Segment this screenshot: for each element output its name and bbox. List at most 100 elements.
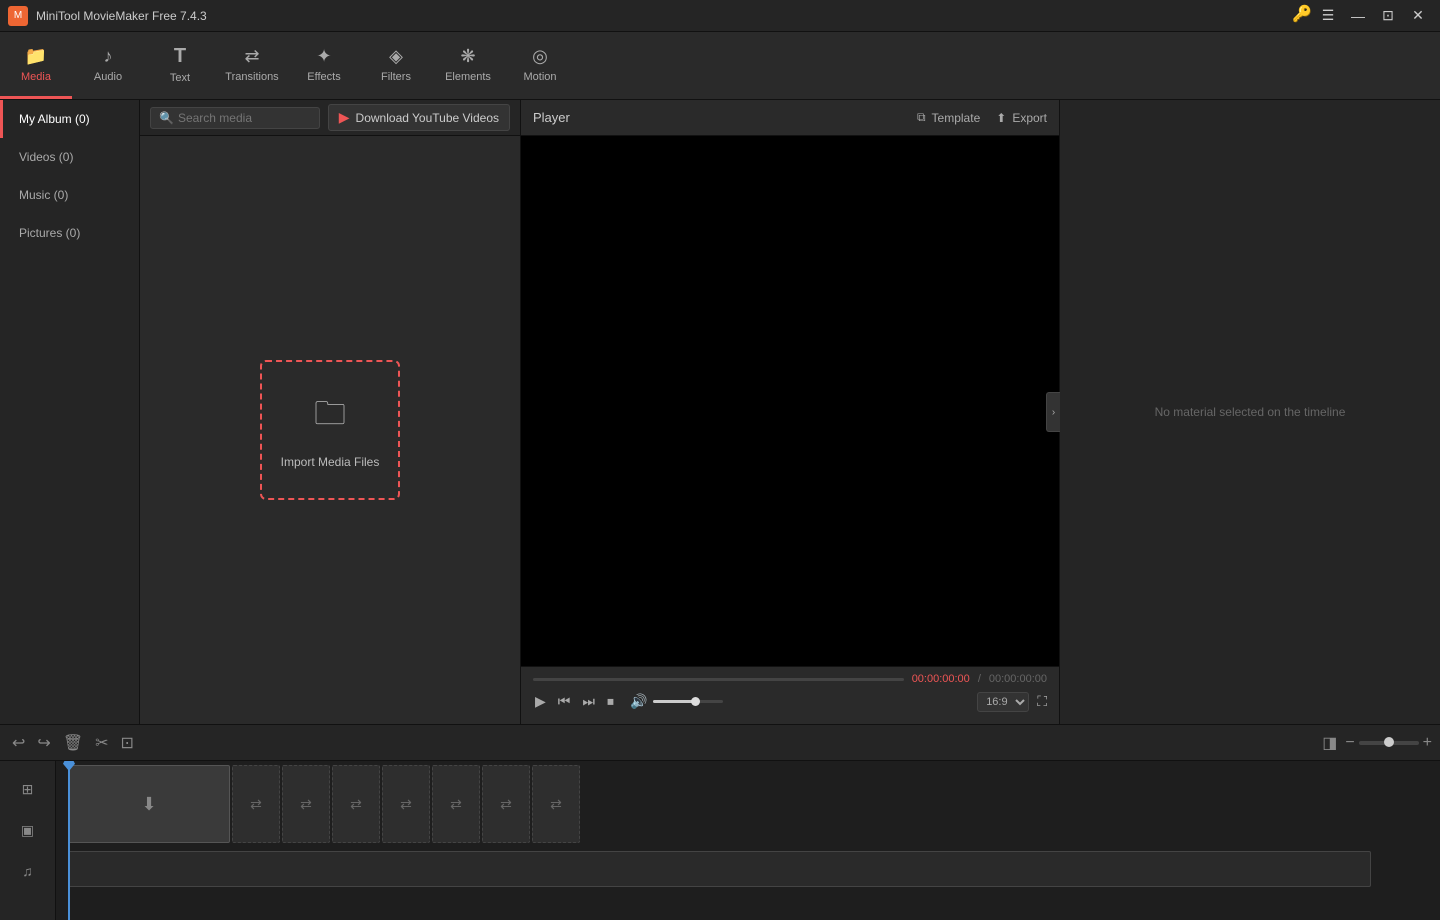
video-preview-area [521, 136, 1059, 666]
fullscreen-button[interactable]: ⛶ [1037, 693, 1047, 710]
toolbar-item-transitions[interactable]: ⇄ Transitions [216, 32, 288, 99]
stop-button[interactable]: ⏹ [605, 691, 616, 712]
split-left-button[interactable]: ◨ [1318, 729, 1341, 757]
sidebar-item-myalbum[interactable]: My Album (0) [0, 100, 139, 138]
undo-button[interactable]: ↩ [8, 729, 29, 757]
timeline-toolbar: ↩ ↪ 🗑 ✂ ⊡ ◨ − + [0, 725, 1440, 761]
volume-fill [653, 700, 695, 703]
transition-icon-3: ⇄ [350, 796, 362, 813]
motion-icon: ◎ [532, 46, 548, 67]
timeline-toolbar-right: ◨ − + [1318, 729, 1432, 757]
prev-frame-button[interactable]: ⏮ [556, 691, 573, 712]
timeline-track-icons: ⊞ ▣ ♫ [0, 761, 56, 920]
next-frame-button[interactable]: ⏭ [580, 691, 597, 712]
toolbar-item-motion[interactable]: ◎ Motion [504, 32, 576, 99]
volume-icon[interactable]: 🔊 [628, 691, 649, 712]
video-clip-main[interactable]: ⬇ [68, 765, 230, 843]
sidebar-item-music[interactable]: Music (0) [0, 176, 139, 214]
transition-clip-4[interactable]: ⇄ [382, 765, 430, 843]
transition-clip-7[interactable]: ⇄ [532, 765, 580, 843]
template-button[interactable]: ⧉ Template [917, 110, 980, 125]
transition-clip-5[interactable]: ⇄ [432, 765, 480, 843]
sidebar-item-videos[interactable]: Videos (0) [0, 138, 139, 176]
volume-area: 🔊 [628, 691, 723, 712]
redo-button[interactable]: ↪ [33, 729, 54, 757]
toolbar-label-elements: Elements [445, 71, 491, 83]
titlebar: M MiniTool MovieMaker Free 7.4.3 🔑 ☰ — ⊡… [0, 0, 1440, 32]
media-content-area: 🗀 Import Media Files [140, 136, 520, 724]
zoom-slider[interactable] [1359, 741, 1419, 745]
transition-clip-2[interactable]: ⇄ [282, 765, 330, 843]
toolbar-label-audio: Audio [94, 71, 122, 83]
delete-button[interactable]: 🗑 [59, 729, 87, 757]
titlebar-controls: 🔑 ☰ — ⊡ ✕ [1292, 4, 1432, 28]
sidebar-item-pictures[interactable]: Pictures (0) [0, 214, 139, 252]
timeline-area: ↩ ↪ 🗑 ✂ ⊡ ◨ − + ⊞ ▣ ♫ [0, 724, 1440, 920]
close-button[interactable]: ✕ [1404, 4, 1432, 28]
timeline-tracks-area: ⬇ ⇄ ⇄ ⇄ ⇄ ⇄ ⇄ [56, 761, 1440, 920]
play-button[interactable]: ▶ [533, 691, 548, 712]
toolbar-item-effects[interactable]: ✦ Effects [288, 32, 360, 99]
control-buttons: ▶ ⏮ ⏭ ⏹ 🔊 16:9 9:16 1:1 4:3 ⛶ [533, 691, 1047, 712]
search-input[interactable] [178, 111, 311, 125]
import-media-box[interactable]: 🗀 Import Media Files [260, 360, 400, 500]
left-nav-panel: My Album (0) Videos (0) Music (0) Pictur… [0, 100, 140, 724]
toolbar-item-text[interactable]: T Text [144, 32, 216, 99]
zoom-in-button[interactable]: + [1423, 734, 1432, 752]
volume-bar[interactable] [653, 700, 723, 703]
player-controls: 00:00:00:00 / 00:00:00:00 ▶ ⏮ ⏭ ⏹ 🔊 16:9 [521, 666, 1059, 724]
app-icon-letter: M [14, 10, 22, 21]
seek-bar[interactable] [533, 678, 904, 681]
menu-button[interactable]: ☰ [1314, 4, 1342, 28]
transitions-icon: ⇄ [244, 46, 259, 67]
transition-clip-6[interactable]: ⇄ [482, 765, 530, 843]
toolbar: 📁 Media ♪ Audio T Text ⇄ Transitions ✦ E… [0, 32, 1440, 100]
player-header-right: ⧉ Template ⬆ Export [917, 110, 1047, 125]
toolbar-item-elements[interactable]: ❋ Elements [432, 32, 504, 99]
toolbar-label-motion: Motion [523, 71, 556, 83]
transition-icon-5: ⇄ [450, 796, 462, 813]
transition-clip-3[interactable]: ⇄ [332, 765, 380, 843]
audio-track [56, 851, 1440, 901]
player-panel: Player ⧉ Template ⬆ Export 00:00:00:00 /… [520, 100, 1060, 724]
maximize-button[interactable]: ⊡ [1374, 4, 1402, 28]
zoom-thumb [1384, 737, 1394, 747]
import-media-label: Import Media Files [281, 455, 380, 469]
transition-icon-7: ⇄ [550, 796, 562, 813]
transition-clip-1[interactable]: ⇄ [232, 765, 280, 843]
add-track-button[interactable]: ⊞ [22, 769, 34, 810]
toolbar-item-media[interactable]: 📁 Media [0, 32, 72, 99]
collapse-panel-button[interactable]: › [1046, 392, 1060, 432]
transition-icon-2: ⇄ [300, 796, 312, 813]
media-icon: 📁 [25, 46, 47, 67]
download-youtube-button[interactable]: ▶ Download YouTube Videos [328, 104, 510, 131]
toolbar-label-media: Media [21, 71, 51, 83]
properties-panel: › No material selected on the timeline [1060, 100, 1440, 724]
minimize-button[interactable]: — [1344, 4, 1372, 28]
export-label: Export [1012, 111, 1047, 125]
aspect-ratio-select[interactable]: 16:9 9:16 1:1 4:3 [977, 692, 1029, 712]
audio-track-bar[interactable] [68, 851, 1371, 887]
time-current: 00:00:00:00 [912, 673, 970, 685]
key-icon: 🔑 [1292, 4, 1312, 28]
player-title: Player [533, 110, 570, 125]
crop-button[interactable]: ⊡ [117, 729, 138, 757]
media-panel: 🔍 ▶ Download YouTube Videos 🗀 Import Med… [140, 100, 520, 724]
toolbar-item-audio[interactable]: ♪ Audio [72, 32, 144, 99]
template-label: Template [932, 111, 981, 125]
audio-icon: ♪ [104, 46, 113, 67]
cut-button[interactable]: ✂ [91, 729, 112, 757]
main-content: My Album (0) Videos (0) Music (0) Pictur… [0, 100, 1440, 724]
toolbar-label-effects: Effects [307, 71, 340, 83]
zoom-out-button[interactable]: − [1345, 734, 1354, 752]
video-track: ⬇ ⇄ ⇄ ⇄ ⇄ ⇄ ⇄ [56, 765, 1440, 845]
time-separator: / [978, 673, 981, 685]
seek-bar-wrap: 00:00:00:00 / 00:00:00:00 [533, 673, 1047, 685]
toolbar-item-filters[interactable]: ◈ Filters [360, 32, 432, 99]
toolbar-label-text: Text [170, 72, 190, 84]
transition-icon-1: ⇄ [250, 796, 262, 813]
export-icon: ⬆ [996, 111, 1006, 125]
chevron-right-icon: › [1052, 407, 1055, 418]
search-input-wrap[interactable]: 🔍 [150, 107, 320, 129]
export-button[interactable]: ⬆ Export [996, 111, 1047, 125]
